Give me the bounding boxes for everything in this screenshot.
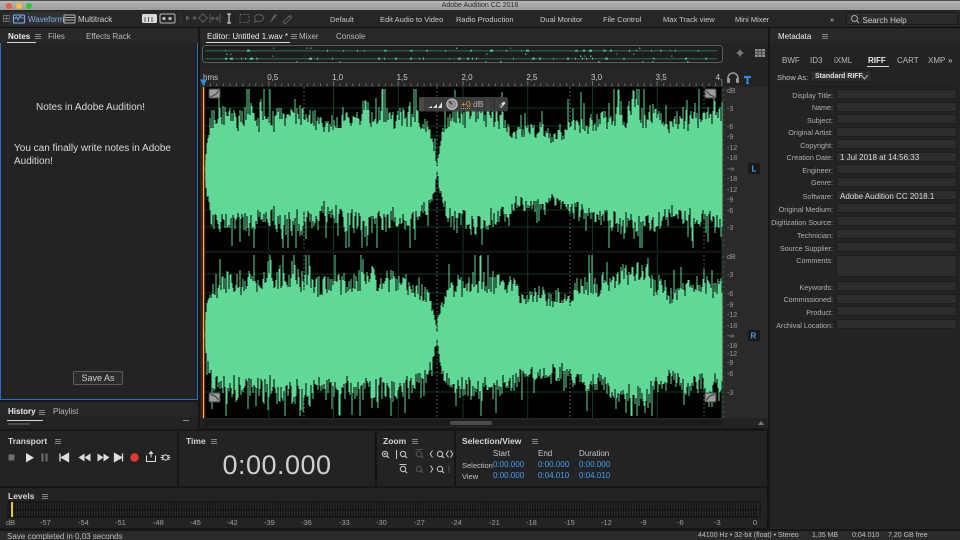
svg-text:-∞: -∞ — [727, 166, 734, 173]
svg-text:dB: dB — [727, 88, 736, 95]
svg-text:-3: -3 — [727, 272, 733, 279]
svg-text:-9: -9 — [727, 360, 733, 367]
svg-text:L: L — [752, 165, 757, 174]
svg-text:-15: -15 — [564, 518, 575, 527]
svg-text:-18: -18 — [727, 155, 737, 162]
svg-text:-9: -9 — [727, 197, 733, 204]
svg-text:-9: -9 — [640, 518, 647, 527]
svg-text:-3: -3 — [727, 225, 733, 232]
svg-text:1,5: 1,5 — [397, 73, 409, 82]
svg-text:-18: -18 — [526, 518, 537, 527]
svg-text:-36: -36 — [301, 518, 312, 527]
svg-text:-6: -6 — [727, 291, 733, 298]
svg-text:dB: dB — [727, 254, 736, 261]
svg-text:-12: -12 — [727, 145, 737, 152]
svg-text:-12: -12 — [727, 351, 737, 358]
svg-text:-33: -33 — [339, 518, 350, 527]
svg-text:-18: -18 — [727, 323, 737, 330]
svg-text:-9: -9 — [727, 134, 733, 141]
svg-text:0: 0 — [753, 518, 757, 527]
svg-text:4,: 4, — [716, 73, 723, 82]
svg-text:3,5: 3,5 — [656, 73, 668, 82]
svg-text:-51: -51 — [115, 518, 126, 527]
svg-text:-27: -27 — [414, 518, 425, 527]
svg-text:-12: -12 — [601, 518, 612, 527]
svg-text:-6: -6 — [727, 371, 733, 378]
svg-text:1,0: 1,0 — [332, 73, 344, 82]
svg-text:-∞: -∞ — [727, 333, 734, 340]
svg-text:-9: -9 — [727, 302, 733, 309]
svg-text:-12: -12 — [727, 312, 737, 319]
svg-text:-48: -48 — [153, 518, 164, 527]
svg-text:-6: -6 — [727, 208, 733, 215]
svg-text:dB: dB — [6, 518, 15, 527]
svg-text:+0: +0 — [461, 99, 471, 109]
svg-text:-3: -3 — [727, 390, 733, 397]
svg-text:-12: -12 — [727, 187, 737, 194]
svg-text:-30: -30 — [376, 518, 387, 527]
svg-text:R: R — [751, 332, 757, 341]
svg-text:-42: -42 — [227, 518, 238, 527]
svg-text:-18: -18 — [727, 176, 737, 183]
svg-text:-3: -3 — [727, 106, 733, 113]
svg-text:dB: dB — [473, 99, 484, 109]
svg-text:2,5: 2,5 — [526, 73, 538, 82]
svg-text:-6: -6 — [727, 124, 733, 131]
svg-text:-57: -57 — [40, 518, 51, 527]
svg-text:-21: -21 — [489, 518, 500, 527]
svg-text:-54: -54 — [78, 518, 89, 527]
svg-text:-3: -3 — [714, 518, 721, 527]
svg-text:-24: -24 — [451, 518, 462, 527]
svg-text:3,0: 3,0 — [591, 73, 603, 82]
svg-text:0,5: 0,5 — [267, 73, 279, 82]
svg-text:-39: -39 — [264, 518, 275, 527]
svg-text:2,0: 2,0 — [461, 73, 473, 82]
svg-text:-45: -45 — [190, 518, 201, 527]
svg-text:-6: -6 — [677, 518, 684, 527]
svg-text:-18: -18 — [727, 343, 737, 350]
